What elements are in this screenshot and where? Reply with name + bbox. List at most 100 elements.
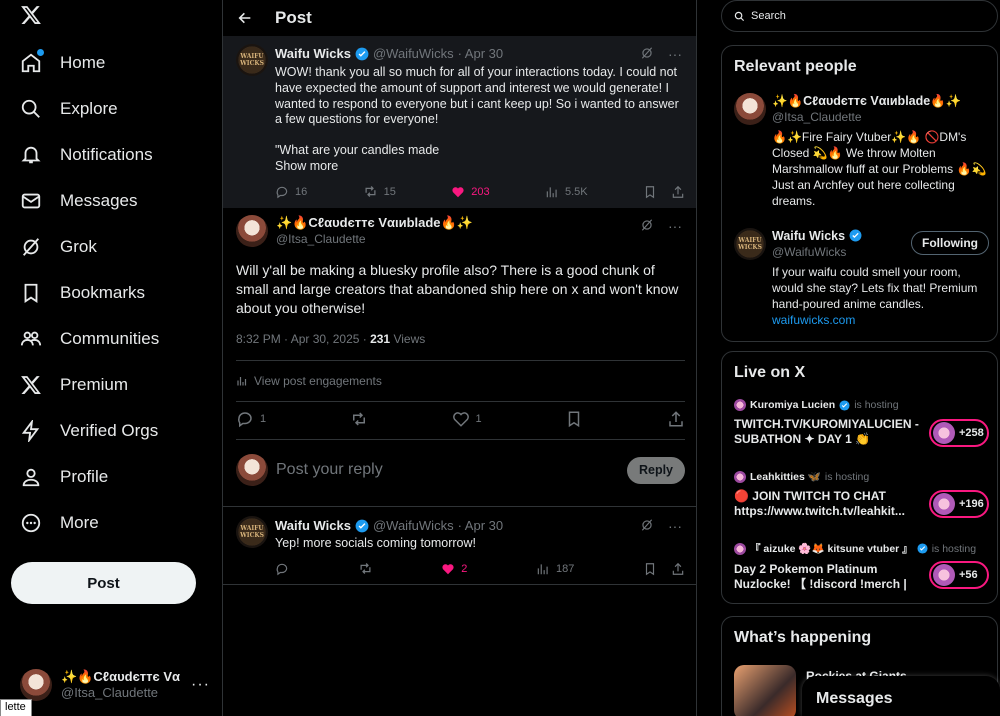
back-arrow-icon[interactable] xyxy=(237,10,253,26)
person-link[interactable]: waifuwicks.com xyxy=(772,312,987,328)
like-count: 203 xyxy=(471,185,490,198)
views-count: 187 xyxy=(556,562,575,575)
tweet-time[interactable]: 8:32 PM · Apr 30, 2025 · xyxy=(236,332,370,346)
verified-badge-icon xyxy=(917,543,928,554)
person-name[interactable]: ✨🔥Cℓαυdєттє Vαιиblade🔥✨ xyxy=(772,93,987,109)
views-count: 231 xyxy=(370,332,391,346)
grok-icon[interactable] xyxy=(640,218,654,234)
share-icon[interactable] xyxy=(667,410,685,428)
live-pill[interactable]: +258 xyxy=(929,419,989,447)
views-action[interactable]: 187 xyxy=(536,562,574,576)
more-dots-icon[interactable]: ··· xyxy=(668,218,682,234)
nav-label: Premium xyxy=(60,375,129,394)
tweet-date[interactable]: · Apr 30 xyxy=(458,46,504,61)
nav-label: Communities xyxy=(60,329,160,348)
live-item[interactable]: 『 aizuke 🌸🦊 kitsune vtuber 』 is hosting D… xyxy=(734,541,989,592)
live-title: 🔴 JOIN TWITCH TO CHAT https://www.twitch… xyxy=(734,489,905,518)
more-dots-icon[interactable]: ··· xyxy=(668,518,682,534)
views-label: Views xyxy=(390,332,426,346)
tweet-date[interactable]: · Apr 30 xyxy=(458,518,504,533)
live-item[interactable]: Kuromiya Lucien is hosting TWITCH.TV/KURO… xyxy=(734,399,989,447)
author-handle[interactable]: @WaifuWicks xyxy=(373,46,454,61)
more-dots-icon[interactable]: ··· xyxy=(668,46,682,62)
x-logo-icon xyxy=(20,374,42,396)
search-input[interactable] xyxy=(751,10,971,22)
hosting-label: is hosting xyxy=(931,542,977,555)
nav-explore[interactable]: Explore xyxy=(20,89,118,129)
grok-icon[interactable] xyxy=(640,518,654,534)
live-item[interactable]: Leahkitties 🦋 is hosting 🔴 JOIN TWITCH TO… xyxy=(734,470,989,519)
reply-action[interactable]: 16 xyxy=(275,185,307,199)
page-title: Post xyxy=(275,8,312,27)
avatar[interactable] xyxy=(236,215,268,247)
reply-button[interactable]: Reply xyxy=(627,456,685,484)
x-logo-icon[interactable] xyxy=(20,4,42,26)
nav-verified-orgs[interactable]: Verified Orgs xyxy=(20,411,158,451)
person-handle[interactable]: @Itsa_Claudette xyxy=(772,109,987,125)
views-action[interactable]: 5.5K xyxy=(545,185,588,199)
bookmark-icon[interactable] xyxy=(643,562,657,576)
host-avatar xyxy=(734,399,746,411)
reply-icon xyxy=(275,185,289,199)
trend-image[interactable] xyxy=(734,665,796,716)
bell-icon xyxy=(20,144,42,166)
nav-profile[interactable]: Profile xyxy=(20,457,108,497)
nav-grok[interactable]: Grok xyxy=(20,227,97,267)
author-name[interactable]: Waifu Wicks xyxy=(275,518,351,533)
person-name[interactable]: Waifu Wicks xyxy=(772,228,845,244)
avatar xyxy=(236,454,268,486)
share-icon[interactable] xyxy=(671,562,685,576)
author-handle[interactable]: @WaifuWicks xyxy=(373,518,454,533)
nav-notifications[interactable]: Notifications xyxy=(20,135,153,175)
live-pill[interactable]: +56 xyxy=(929,561,989,589)
communities-icon xyxy=(20,328,42,350)
repost-action[interactable] xyxy=(358,561,373,576)
repost-action[interactable]: 15 xyxy=(363,184,396,199)
person-card[interactable]: ✨🔥Cℓαυdєттє Vαιиblade🔥✨ @Itsa_Claudette … xyxy=(734,93,989,209)
bookmark-icon[interactable] xyxy=(565,410,583,428)
grok-icon[interactable] xyxy=(640,46,654,62)
more-dots-icon[interactable]: ··· xyxy=(191,676,210,694)
avatar[interactable] xyxy=(734,93,766,125)
notification-dot xyxy=(37,49,44,56)
host-name: Leahkitties 🦋 xyxy=(750,471,821,483)
view-engagements-link[interactable]: View post engagements xyxy=(236,374,382,388)
bookmark-icon[interactable] xyxy=(643,185,657,199)
relevant-people-panel: Relevant people ✨🔥Cℓαυdєттє Vαιиblade🔥✨ … xyxy=(721,45,998,342)
nav-premium[interactable]: Premium xyxy=(20,365,128,405)
live-pill[interactable]: +196 xyxy=(929,490,989,518)
heart-icon xyxy=(452,410,470,428)
nav-home[interactable]: Home xyxy=(20,43,105,83)
share-icon[interactable] xyxy=(671,185,685,199)
person-card[interactable]: WAIFU WICKS Waifu Wicks @WaifuWicks If yo… xyxy=(734,228,989,328)
following-button[interactable]: Following xyxy=(911,231,989,255)
author-handle[interactable]: @Itsa_Claudette xyxy=(276,231,473,247)
author-name[interactable]: ✨🔥Cℓαυdєттє Vαιиblade🔥✨ xyxy=(276,215,473,231)
search-icon xyxy=(20,98,42,120)
reply-action[interactable]: 1 xyxy=(236,410,266,428)
engagements-label: View post engagements xyxy=(254,374,382,388)
show-more-link[interactable]: Show more xyxy=(275,159,338,175)
search-bar[interactable] xyxy=(721,0,998,32)
nav-label: Verified Orgs xyxy=(60,421,159,440)
like-action[interactable]: 1 xyxy=(452,410,482,428)
like-action[interactable]: 2 xyxy=(441,562,467,576)
like-action[interactable]: 203 xyxy=(451,185,490,199)
tweet-text-continued: "What are your candles made xyxy=(275,143,440,157)
reply-input[interactable]: Post your reply xyxy=(276,461,627,479)
nav-bookmarks[interactable]: Bookmarks xyxy=(20,273,145,313)
avatar[interactable]: WAIFU WICKS xyxy=(734,228,766,260)
parent-tweet[interactable]: WAIFU WICKS Waifu Wicks @WaifuWicks · Apr… xyxy=(223,36,696,208)
host-name: Kuromiya Lucien xyxy=(750,399,836,411)
nav-communities[interactable]: Communities xyxy=(20,319,159,359)
nav-messages[interactable]: Messages xyxy=(20,181,137,221)
account-switcher[interactable]: ✨🔥Cℓαυdєттє Vα… @Itsa_Claudette ··· xyxy=(20,665,215,705)
hosting-label: is hosting xyxy=(854,399,899,411)
post-button[interactable]: Post xyxy=(11,562,196,604)
nav-more[interactable]: More xyxy=(20,503,99,543)
tweet-text: Will y'all be making a bluesky profile a… xyxy=(236,262,679,316)
author-name[interactable]: Waifu Wicks xyxy=(275,46,351,61)
messages-drawer[interactable]: Messages xyxy=(802,676,1000,716)
repost-action[interactable] xyxy=(350,410,368,428)
reply-action[interactable] xyxy=(275,562,289,576)
